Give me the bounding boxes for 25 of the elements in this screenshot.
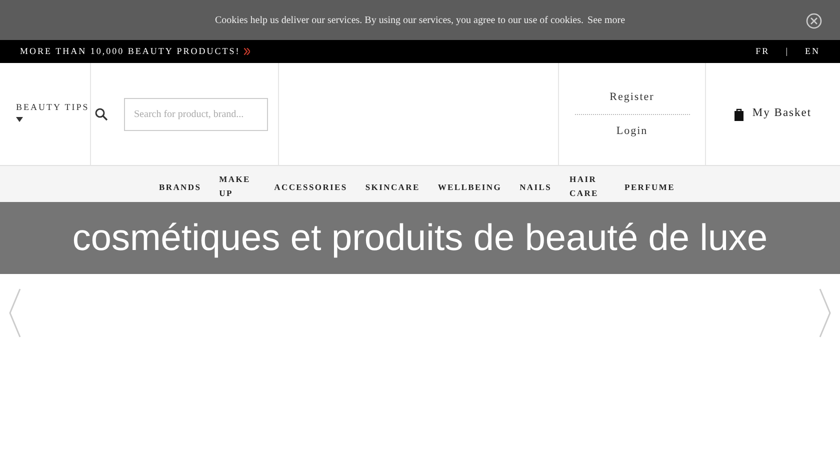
nav-link[interactable]: PERFUME [616,181,684,194]
nav-link[interactable]: BRANDS [150,181,210,194]
beauty-tips-menu[interactable]: BEAUTY TIPS [0,102,90,126]
search-field[interactable]: Search for product, brand... [124,98,268,130]
chevron-icon [244,48,250,55]
language-separator: | [786,44,789,58]
caret-icon [16,117,23,122]
nav-link[interactable]: SKINCARE [356,181,429,194]
see-more-link[interactable]: See more [588,12,626,28]
nav-link[interactable]: ACCESSORIES [265,181,356,194]
search-icon[interactable] [95,108,108,120]
register-link[interactable]: Register [610,89,654,106]
close-icon[interactable] [806,13,822,29]
nav-link[interactable]: WELLBEING [428,181,511,194]
shopping-bag-icon [734,108,744,120]
cookie-notice: Cookies help us deliver our services. By using our services, you agree to our use of cookies. [214,14,584,28]
page-title-banner: cosmétiques et produits de beauté de luxe [0,202,840,274]
nav-link[interactable]: HAIR CARE [560,173,616,200]
login-link[interactable]: Login [616,122,648,139]
nav-link[interactable]: NAILS [510,181,561,194]
promo-text[interactable]: MORE THAN 10,000 BEAUTY PRODUCTS! [20,44,240,58]
basket-link[interactable]: My Basket [752,105,812,123]
nav-link[interactable]: MAKE UP [210,173,266,200]
language-link[interactable]: EN [805,44,820,58]
language-link[interactable]: FR [756,44,770,58]
